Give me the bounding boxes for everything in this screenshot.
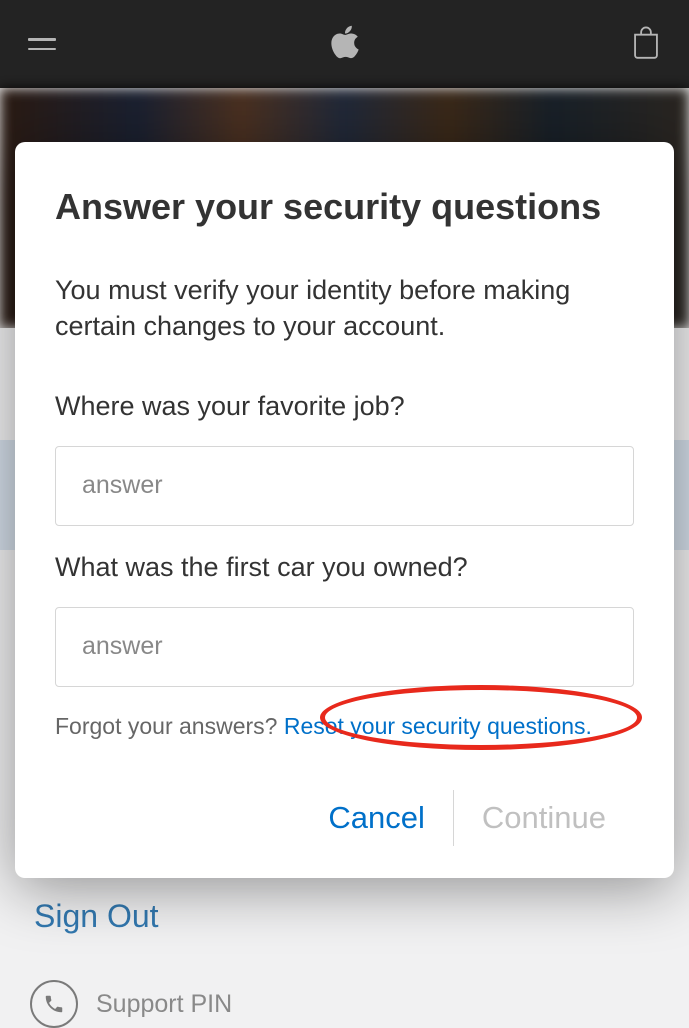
modal-subtitle: You must verify your identity before mak… [55, 272, 634, 345]
security-answer-2-input[interactable] [55, 607, 634, 687]
security-question-1-block: Where was your favorite job? [55, 391, 634, 526]
modal-button-row: Cancel Continue [55, 788, 634, 848]
navbar [0, 0, 689, 88]
forgot-answers-row: Forgot your answers? Reset your security… [55, 713, 634, 740]
shopping-bag-icon[interactable] [631, 25, 661, 64]
apple-logo-icon[interactable] [328, 22, 362, 67]
security-answer-1-input[interactable] [55, 446, 634, 526]
cancel-button[interactable]: Cancel [300, 788, 453, 848]
continue-button[interactable]: Continue [454, 788, 634, 848]
sign-out-link[interactable]: Sign Out [34, 898, 159, 935]
security-question-1-label: Where was your favorite job? [55, 391, 634, 422]
modal-title: Answer your security questions [55, 186, 634, 228]
phone-icon [30, 980, 78, 1028]
security-question-2-label: What was the first car you owned? [55, 552, 634, 583]
support-pin-label: Support PIN [96, 990, 232, 1019]
forgot-answers-prefix: Forgot your answers? [55, 713, 284, 739]
support-pin-row[interactable]: Support PIN [30, 980, 232, 1028]
menu-icon[interactable] [28, 38, 56, 50]
reset-security-questions-link[interactable]: Reset your security questions. [284, 713, 592, 739]
security-question-2-block: What was the first car you owned? [55, 552, 634, 687]
security-questions-modal: Answer your security questions You must … [15, 142, 674, 878]
